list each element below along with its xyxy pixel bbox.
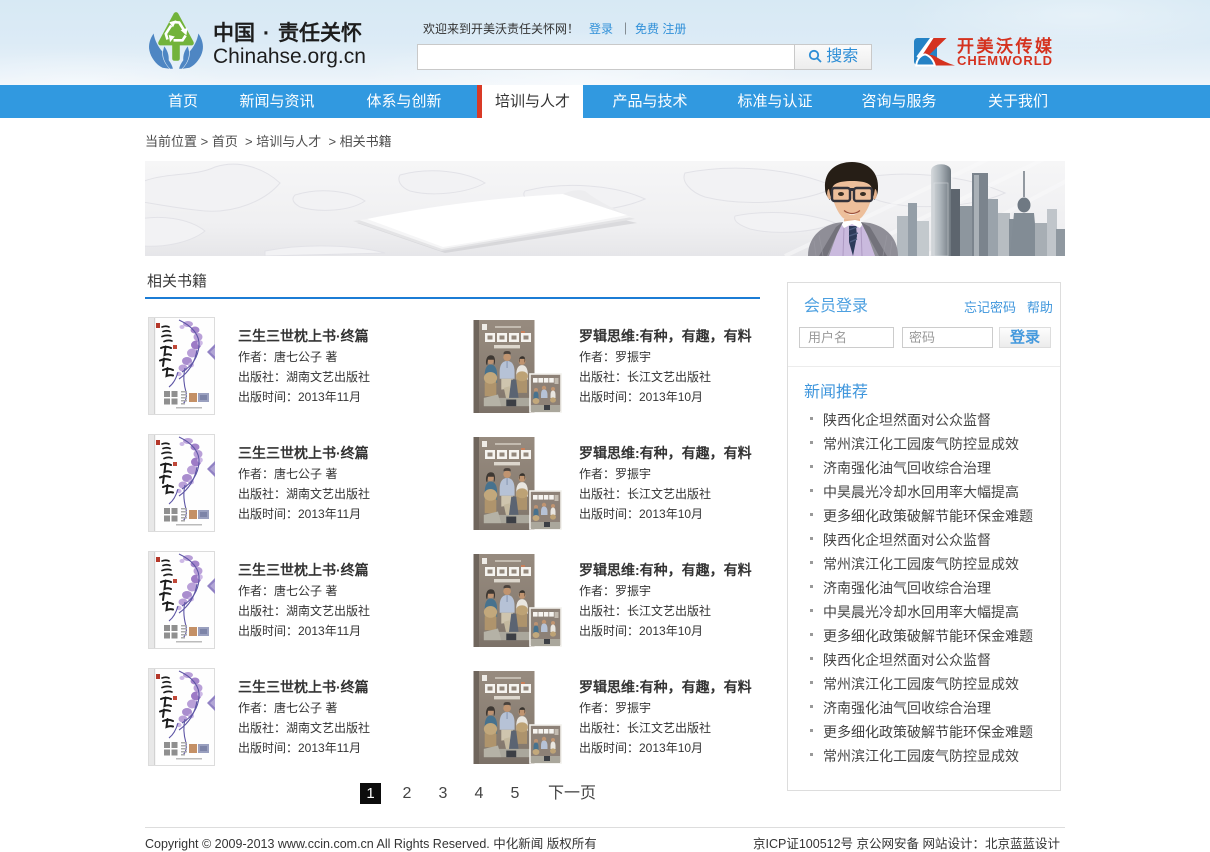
svg-text:CHEMWORLD: CHEMWORLD (957, 53, 1052, 67)
